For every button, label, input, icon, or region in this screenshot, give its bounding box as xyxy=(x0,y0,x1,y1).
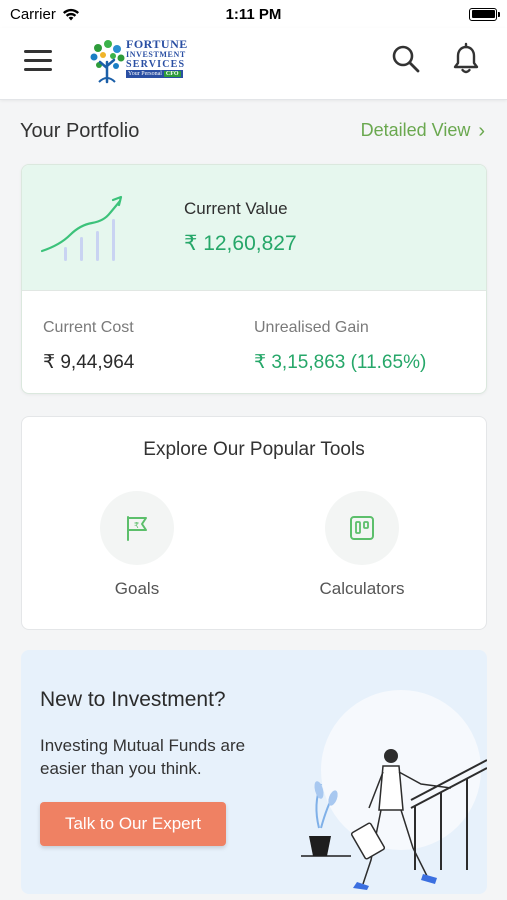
calculator-icon xyxy=(350,516,374,540)
calculators-icon-circle xyxy=(325,491,399,565)
current-value-label: Current Value xyxy=(184,199,288,218)
bell-icon[interactable] xyxy=(450,42,482,76)
logo-line3: SERVICES xyxy=(126,59,186,70)
logo-text: FORTUNE INVESTMENT SERVICES xyxy=(126,38,188,70)
current-value-section: Current Value ₹ 12,60,827 xyxy=(22,165,486,291)
svg-text:₹: ₹ xyxy=(134,521,139,530)
new-to-investment-card: New to Investment? Investing Mutual Fund… xyxy=(21,650,487,894)
logo-tagline-text: Your Personal xyxy=(128,71,162,77)
battery-icon xyxy=(469,7,500,21)
search-icon[interactable] xyxy=(390,43,422,75)
unrealised-gain-label: Unrealised Gain xyxy=(254,319,369,336)
goal-flag-icon: ₹ xyxy=(127,516,147,541)
growth-chart-icon xyxy=(40,195,123,261)
detailed-view-link[interactable]: Detailed View › xyxy=(361,120,485,141)
logo-line2: INVESTMENT xyxy=(126,50,186,59)
status-bar: Carrier 1:11 PM xyxy=(0,0,507,28)
promo-subtitle: Investing Mutual Funds are easier than y… xyxy=(40,736,246,778)
carrier-label: Carrier xyxy=(10,5,56,23)
logo-line1: FORTUNE xyxy=(126,37,188,51)
tool-goals[interactable]: ₹ Goals xyxy=(77,491,197,599)
current-value-amount: ₹ 12,60,827 xyxy=(184,232,297,255)
investor-climbing-stairs-illustration xyxy=(301,690,487,890)
status-left: Carrier xyxy=(10,6,80,23)
tool-calculators[interactable]: Calculators xyxy=(302,491,422,599)
logo-tagline-badge: CFO xyxy=(163,71,181,77)
logo-tagline: Your Personal CFO xyxy=(126,70,183,78)
goals-icon-circle: ₹ xyxy=(100,491,174,565)
portfolio-summary-card[interactable]: Current Value ₹ 12,60,827 Current Cost ₹… xyxy=(21,164,487,394)
chevron-right-icon: › xyxy=(478,119,485,142)
brand-logo[interactable]: FORTUNE INVESTMENT SERVICES Your Persona… xyxy=(86,38,198,84)
detailed-view-label: Detailed View xyxy=(360,120,471,140)
battery-fill xyxy=(471,10,495,18)
current-cost-label: Current Cost xyxy=(43,319,134,336)
portfolio-title: Your Portfolio xyxy=(20,120,140,142)
app-header: FORTUNE INVESTMENT SERVICES Your Persona… xyxy=(0,28,507,100)
unrealised-gain-amount: ₹ 3,15,863 (11.65%) xyxy=(254,352,427,373)
status-time: 1:11 PM xyxy=(225,5,282,23)
logo-tree-icon xyxy=(90,40,125,84)
current-cost-amount: ₹ 9,44,964 xyxy=(43,352,135,373)
cost-gain-section: Current Cost ₹ 9,44,964 Unrealised Gain … xyxy=(22,291,486,393)
tool-goals-label: Goals xyxy=(114,579,160,598)
wifi-icon xyxy=(62,8,79,20)
hamburger-menu-icon[interactable] xyxy=(24,50,54,74)
tools-title: Explore Our Popular Tools xyxy=(143,439,365,460)
talk-to-expert-button[interactable]: Talk to Our Expert xyxy=(40,802,226,846)
promo-title: New to Investment? xyxy=(40,688,226,711)
popular-tools-card: Explore Our Popular Tools ₹ Goals Calcul… xyxy=(21,416,487,630)
tool-calculators-label: Calculators xyxy=(319,579,405,598)
